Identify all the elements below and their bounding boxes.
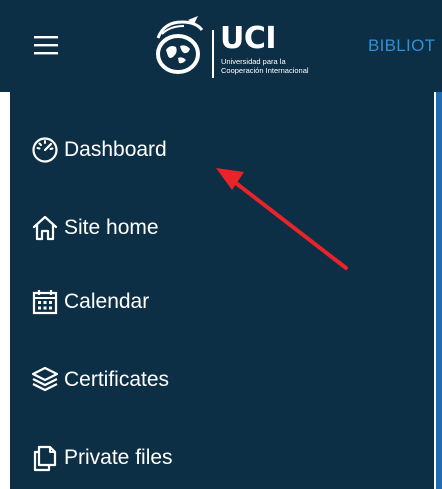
sidebar-item-label: Site home <box>64 216 159 239</box>
sidebar-item-certificates[interactable]: Certificates <box>30 360 169 400</box>
logo-tagline-line1: Universidad para la <box>221 57 286 66</box>
logo-divider <box>212 30 214 78</box>
sidebar-item-label: Calendar <box>64 290 150 313</box>
uci-logo[interactable]: UCI Universidad para la Cooperación Inte… <box>148 16 338 78</box>
sidebar-item-site-home[interactable]: Site home <box>30 208 159 248</box>
logo-tagline-line2: Cooperación Internacional <box>221 66 309 75</box>
sidebar-item-dashboard[interactable]: Dashboard <box>30 130 167 170</box>
top-navbar: UCI Universidad para la Cooperación Inte… <box>0 0 442 92</box>
nav-link-biblioteca[interactable]: BIBLIOT <box>368 36 435 56</box>
layers-icon <box>30 365 60 395</box>
home-icon <box>30 213 60 243</box>
app-window: UCI Universidad para la Cooperación Inte… <box>0 0 442 489</box>
sidebar-item-label: Private files <box>64 446 173 469</box>
sidebar-item-calendar[interactable]: Calendar <box>30 282 149 322</box>
page-content-edge <box>434 92 442 489</box>
gauge-icon <box>30 135 60 165</box>
logo-brand-text: UCI <box>220 21 277 56</box>
files-icon <box>30 443 60 473</box>
hamburger-menu-icon[interactable] <box>34 34 60 56</box>
uci-emblem-icon <box>156 16 204 74</box>
calendar-icon <box>30 287 60 317</box>
sidebar-item-private-files[interactable]: Private files <box>30 438 173 478</box>
sidebar-item-label: Certificates <box>64 368 170 391</box>
logo-tagline: Universidad para la Cooperación Internac… <box>221 57 339 75</box>
sidebar-item-label: Dashboard <box>64 138 167 161</box>
content-accent-strip <box>436 92 442 489</box>
